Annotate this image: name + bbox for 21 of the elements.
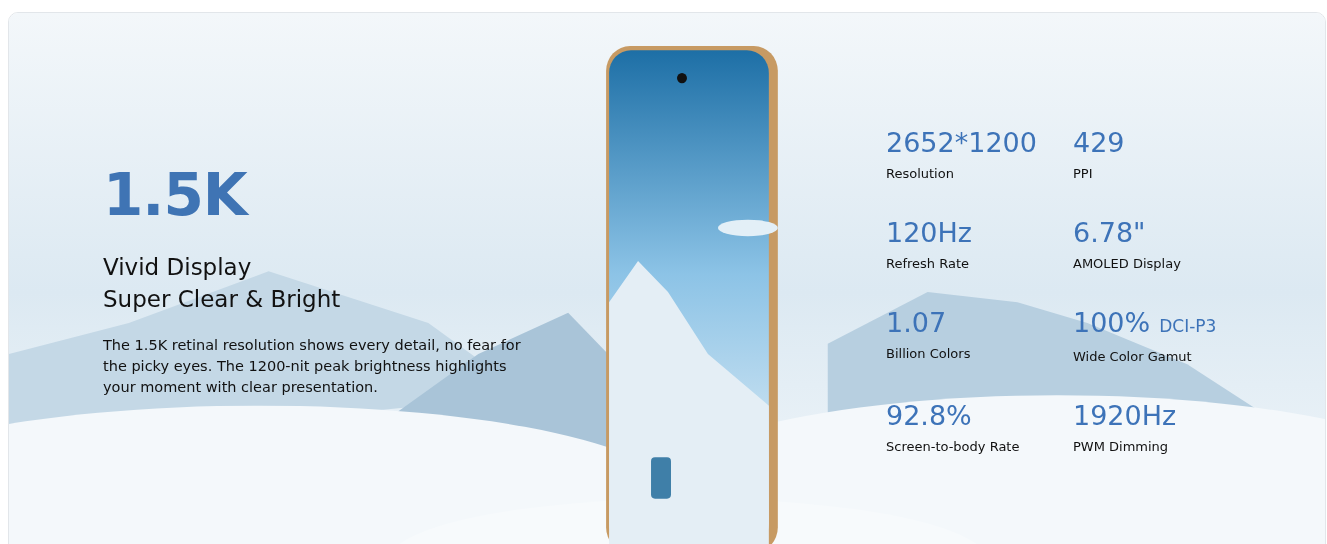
spec-value: 429	[1073, 127, 1125, 158]
spec-label: AMOLED Display	[1073, 255, 1182, 273]
description: The 1.5K retinal resolution shows every detail, no fear for the picky eyes. The 1200-nit peak brightness highlights your moment with clear presentation.	[103, 336, 522, 397]
spec-label: Billion Colors	[886, 345, 972, 363]
spec-label: PWM Dimming	[1073, 438, 1170, 456]
spec-label: Refresh Rate	[886, 255, 971, 273]
spec-label: Screen-to-body Rate	[886, 438, 1021, 456]
spec-value: 1920Hz	[1073, 400, 1177, 431]
spec-label: PPI	[1073, 165, 1094, 183]
spec-value: 1.07	[886, 307, 947, 338]
spec-value: 2652*1200	[886, 127, 1037, 158]
spec-value: 6.78"	[1073, 217, 1146, 248]
spec-value: 120Hz	[886, 217, 972, 248]
spec-label: Resolution	[886, 165, 955, 183]
spec-value: 92.8%	[886, 400, 972, 431]
title: Vivid Display	[103, 253, 253, 282]
spec-label: Wide Color Gamut	[1073, 348, 1193, 366]
headline: 1.5K	[103, 163, 250, 227]
spec-unit: DCI-P3	[1159, 316, 1217, 336]
spec-value: 100%	[1073, 307, 1151, 338]
title: Super Clear & Bright	[103, 285, 342, 314]
